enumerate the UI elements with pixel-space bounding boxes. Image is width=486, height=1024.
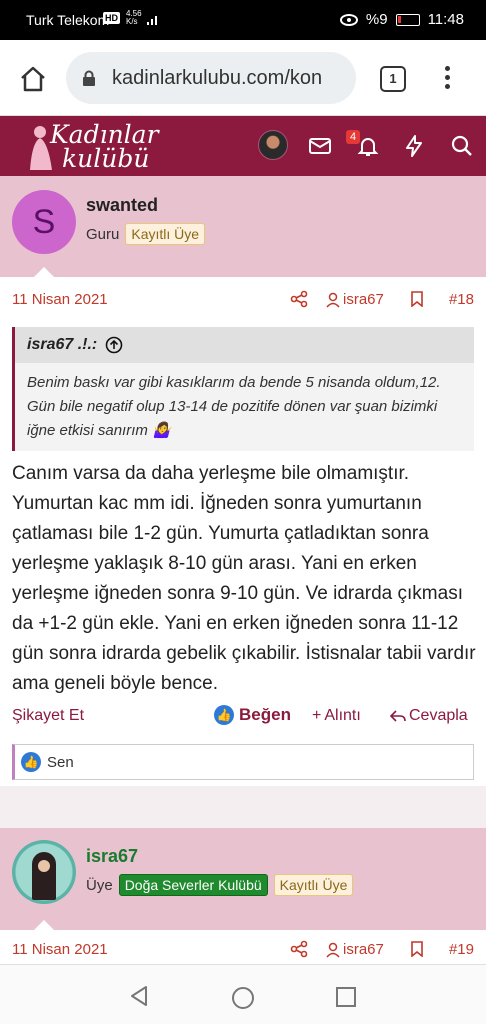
quote-text: Benim baskı var gibi kasıklarım da bende…: [27, 374, 441, 439]
quote-author[interactable]: isra67 .!.:: [27, 336, 97, 354]
back-icon[interactable]: [128, 985, 150, 1007]
reply-button[interactable]: Cevapla: [390, 707, 468, 725]
menu-icon[interactable]: [440, 64, 454, 94]
bookmark-icon[interactable]: [410, 291, 424, 307]
post-date[interactable]: 11 Nisan 2021: [12, 941, 108, 958]
address-bar[interactable]: kadinlarkulubu.com/kon: [66, 52, 356, 104]
clock: 11:48: [427, 11, 464, 28]
member-badge: Kayıtlı Üye: [125, 223, 206, 245]
square-recent-icon[interactable]: [336, 987, 356, 1007]
author-name: isra67: [343, 941, 384, 958]
home-icon[interactable]: [18, 64, 48, 94]
signal-icon: [147, 16, 157, 25]
post-card: 11 Nisan 2021 isra67 #18 isra67 .!.: Ben…: [0, 277, 486, 786]
eye-icon: [339, 13, 358, 26]
carrier-name: Turk Telekom: [26, 12, 110, 28]
post-author-link[interactable]: isra67: [326, 941, 384, 958]
system-nav-bar: [0, 964, 486, 1024]
browser-toolbar: kadinlarkulubu.com/kon 1: [0, 40, 486, 116]
like-icon: 👍: [21, 752, 41, 772]
url-text[interactable]: kadinlarkulubu.com/kon: [112, 67, 350, 90]
quote-header[interactable]: isra67 .!.:: [15, 327, 474, 363]
quote-button[interactable]: + Alıntı: [312, 707, 361, 725]
username[interactable]: isra67: [86, 846, 138, 867]
post-number[interactable]: #19: [449, 941, 474, 958]
post-pointer: [34, 267, 54, 277]
username[interactable]: swanted: [86, 195, 158, 216]
like-label: Beğen: [239, 705, 291, 724]
bolt-icon[interactable]: [402, 134, 426, 158]
network-speed: 4.56 K/s: [126, 9, 142, 26]
reaction-summary[interactable]: 👍 Sen: [12, 744, 474, 780]
hd-indicator: HD: [103, 12, 120, 24]
reply-icon: [390, 710, 406, 722]
mail-icon[interactable]: [308, 134, 332, 158]
group-badge: Doğa Severler Kulübü: [118, 874, 268, 896]
post-actions: Şikayet Et 👍 Beğen + Alıntı Cevapla: [12, 705, 474, 731]
avatar-face: [38, 860, 50, 872]
like-button[interactable]: 👍 Beğen: [214, 705, 291, 725]
post-user-bar: isra67 Üye Doğa Severler Kulübü Kayıtlı …: [0, 828, 486, 930]
report-button[interactable]: Şikayet Et: [12, 707, 84, 725]
user-title-row: Üye Doğa Severler Kulübü Kayıtlı Üye: [86, 874, 354, 896]
share-icon[interactable]: [290, 940, 308, 958]
user-title: Üye: [86, 876, 113, 894]
lock-icon: [83, 70, 95, 86]
post-body: Canım varsa da daha yerleşme bile olmamı…: [12, 463, 476, 694]
post-number[interactable]: #18: [449, 291, 474, 308]
like-icon: 👍: [214, 705, 234, 725]
battery-percent: %9: [365, 11, 388, 28]
site-header: Kadınlar kulübü 4: [0, 116, 486, 176]
post-author-link[interactable]: isra67: [326, 291, 384, 308]
avatar[interactable]: [12, 840, 76, 904]
battery-icon: [395, 13, 420, 26]
logo-text-line2: kulübü: [62, 144, 150, 173]
avatar[interactable]: S: [12, 190, 76, 254]
plus-icon: +: [312, 707, 322, 724]
notification-count-badge: 4: [346, 130, 361, 144]
reply-label: Cevapla: [409, 707, 468, 724]
user-title: Guru: [86, 225, 120, 243]
post-meta: 11 Nisan 2021 isra67 #18: [12, 290, 474, 311]
share-icon[interactable]: [290, 290, 308, 308]
user-title-row: Guru Kayıtlı Üye: [86, 223, 206, 245]
arrow-up-circle-icon[interactable]: [105, 336, 123, 354]
account-avatar[interactable]: [258, 130, 288, 160]
site-logo[interactable]: Kadınlar kulübü: [26, 120, 166, 173]
post-pointer: [34, 920, 54, 930]
tab-switcher-button[interactable]: 1: [380, 66, 406, 92]
circle-home-icon[interactable]: [232, 987, 254, 1009]
post-meta: 11 Nisan 2021 isra67 #19: [12, 940, 474, 961]
search-icon[interactable]: [450, 134, 474, 158]
post-date[interactable]: 11 Nisan 2021: [12, 291, 108, 308]
bookmark-icon[interactable]: [410, 941, 424, 957]
reaction-users[interactable]: Sen: [47, 754, 74, 771]
quote-block: isra67 .!.: Benim baskı var gibi kasıkla…: [12, 327, 474, 451]
post-card: 11 Nisan 2021 isra67 #19: [0, 930, 486, 964]
user-icon: [326, 942, 340, 958]
user-icon: [326, 292, 340, 308]
member-badge: Kayıtlı Üye: [273, 874, 354, 896]
thread-feed[interactable]: S swanted Guru Kayıtlı Üye 11 Nisan 2021…: [0, 176, 486, 964]
quote-label: Alıntı: [324, 707, 361, 724]
author-name: isra67: [343, 291, 384, 308]
status-bar: Turk Telekom HD 4.56 K/s %9 11:48: [0, 0, 486, 40]
post-user-bar: S swanted Guru Kayıtlı Üye: [0, 176, 486, 277]
